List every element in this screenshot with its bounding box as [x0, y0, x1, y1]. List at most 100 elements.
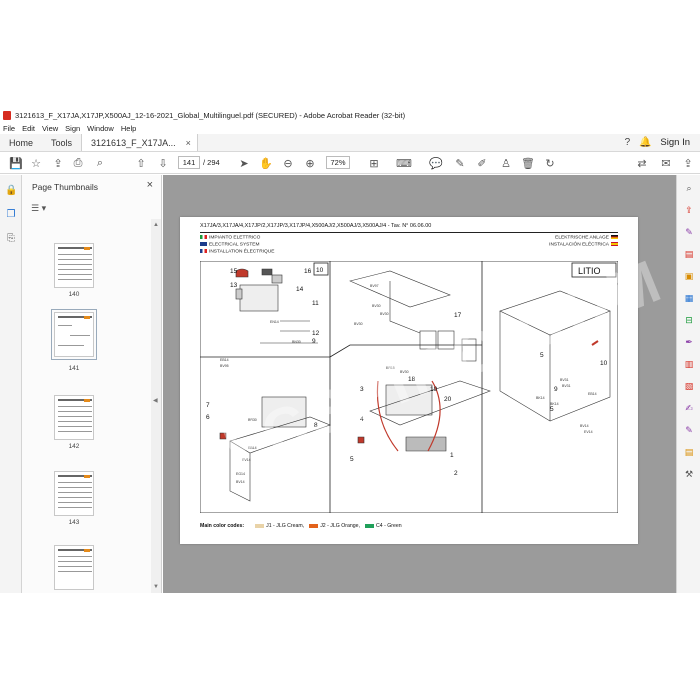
scroll-thumb-icon[interactable]: ◀ [153, 397, 158, 404]
thumbnail-page-140[interactable] [54, 243, 94, 288]
window-titlebar: 3121613_F_X17JA,X17JP,X500AJ_12-16-2021_… [0, 108, 700, 122]
rotate-icon[interactable]: ↻ [542, 155, 558, 171]
display-module [461, 338, 477, 362]
tab-home[interactable]: Home [0, 134, 42, 151]
print-icon[interactable]: ⎙ [70, 155, 86, 171]
legend-swatch-j2 [309, 524, 319, 528]
hand-tool-icon[interactable]: ✋ [258, 155, 274, 171]
tools-wrench-icon[interactable]: ⚒ [683, 469, 695, 481]
save-icon[interactable]: 💾 [8, 155, 24, 171]
menu-edit[interactable]: Edit [22, 124, 35, 133]
organize-pages-icon[interactable]: ⊟ [683, 315, 695, 327]
lock-icon[interactable]: 🔒 [5, 185, 17, 197]
upload-cloud-icon[interactable]: ⇪ [50, 155, 66, 171]
scroll-up-arrow-icon[interactable]: ▲ [153, 222, 159, 228]
wire-label: EG14 [236, 472, 245, 476]
page-thumbnails-icon[interactable]: ❐ [5, 209, 17, 221]
search-icon[interactable]: ⌕ [92, 155, 108, 171]
draw-icon[interactable]: ✐ [474, 155, 490, 171]
panel-close-icon[interactable]: × [147, 179, 153, 191]
combine-files-icon[interactable]: ▦ [683, 293, 695, 305]
wire-label: BK14 [550, 402, 559, 406]
tab-tools[interactable]: Tools [42, 134, 81, 151]
panel-scrollbar[interactable]: ▲ ◀ ▼ [151, 219, 161, 593]
notifications-bell-icon[interactable]: 🔔 [636, 134, 654, 151]
share-email-icon[interactable]: ✉ [658, 155, 674, 171]
electrical-diagram: 10 LITIO 15 16 13 14 11 12 9 7 6 8 3 1 5… [200, 261, 618, 513]
select-cursor-icon[interactable]: ➤ [236, 155, 252, 171]
tab-tools-label: Tools [51, 137, 73, 148]
menu-help[interactable]: Help [121, 124, 136, 133]
relay-block [437, 330, 455, 350]
menu-view[interactable]: View [42, 124, 58, 133]
fit-page-icon[interactable]: ⊞ [366, 155, 382, 171]
help-icon[interactable]: ? [618, 134, 636, 151]
more-tools-icon[interactable]: ✎ [683, 425, 695, 437]
fill-sign-icon[interactable]: ✒ [683, 337, 695, 349]
protect-icon[interactable]: ▧ [683, 381, 695, 393]
thumb-row [58, 269, 92, 270]
menu-file[interactable]: File [3, 124, 15, 133]
pdf-page: X17JA/3,X17JA/4,X17JP/2,X17JP/3,X17JP/4,… [180, 217, 638, 544]
scroll-down-arrow-icon[interactable]: ▼ [153, 584, 159, 590]
stamp-icon[interactable]: ♙ [498, 155, 514, 171]
zoom-level-select[interactable]: 72% [326, 156, 350, 169]
keyboard-icon[interactable]: ⌨ [396, 155, 412, 171]
header-rule [200, 232, 618, 233]
language-labels-left: IMPIANTO ELETTRICO ELECTRICAL SYSTEM INS… [200, 235, 274, 255]
battery-body [239, 284, 279, 312]
bookmark-star-icon[interactable]: ☆ [28, 155, 44, 171]
comment-icon[interactable]: 💬 [428, 155, 444, 171]
zoom-out-icon[interactable]: ⊖ [280, 155, 296, 171]
thumbnail-page-143[interactable] [54, 471, 94, 516]
highlight-pen-icon[interactable]: ✎ [452, 155, 468, 171]
delete-icon[interactable]: 🗑 [520, 155, 536, 171]
edit-pdf-icon[interactable]: ✎ [683, 227, 695, 239]
bracket-edge [389, 281, 421, 334]
callout-17: 17 [454, 312, 462, 319]
menu-window[interactable]: Window [87, 124, 114, 133]
page-number-input[interactable]: 141 [178, 156, 200, 169]
share-icon[interactable]: ⇪ [680, 155, 696, 171]
document-viewport[interactable]: X17JA/3,X17JA/4,X17JP/2,X17JP/3,X17JP/4,… [163, 175, 676, 593]
scan-ocr-icon[interactable]: ▤ [683, 447, 695, 459]
thumbnail-page-144[interactable] [54, 545, 94, 590]
previous-page-icon[interactable]: ⇧ [133, 155, 149, 171]
thumbnail-page-141[interactable] [51, 309, 97, 360]
search-icon[interactable]: ⌕ [683, 183, 695, 195]
send-for-signature-icon[interactable]: ✍ [683, 403, 695, 415]
export-pdf-icon[interactable]: ⇪ [683, 205, 695, 217]
attachments-paperclip-icon[interactable]: ⎘ [5, 233, 17, 245]
callout-9-litio: 9 [554, 386, 558, 393]
redact-icon[interactable]: ▥ [683, 359, 695, 371]
tab-document[interactable]: 3121613_F_X17JA... × [81, 134, 198, 151]
lang-de: ELEKTRISCHE ANLAGE [549, 235, 618, 242]
acrobat-app-icon [3, 110, 11, 120]
callout-3: 3 [360, 386, 364, 393]
thumb-row [58, 492, 92, 493]
callout-5-litio: 5 [540, 352, 544, 359]
export-pdf-icon[interactable]: ⇄ [634, 155, 650, 171]
page-total: / 294 [203, 158, 220, 167]
tab-close-icon[interactable]: × [186, 138, 191, 148]
red-flag-marker [357, 436, 365, 444]
menu-sign[interactable]: Sign [65, 124, 80, 133]
wire-label: BV30 [400, 370, 409, 374]
callout-10-litio: 10 [600, 360, 608, 367]
thumbnail-page-142[interactable] [54, 395, 94, 440]
sign-in-button[interactable]: Sign In [654, 134, 700, 151]
lang-it-label: IMPIANTO ELETTRICO [209, 235, 261, 241]
create-pdf-icon[interactable]: ▤ [683, 249, 695, 261]
callout-1: 1 [450, 452, 454, 459]
thumb-row [58, 426, 92, 427]
lang-it: IMPIANTO ELETTRICO [200, 235, 274, 242]
next-page-icon[interactable]: ⇩ [155, 155, 171, 171]
legend-name-j2: JLG Orange, [330, 523, 360, 529]
zoom-in-icon[interactable]: ⊕ [302, 155, 318, 171]
lang-en-label: ELECTRICAL SYSTEM [209, 242, 260, 248]
callout-9: 9 [312, 338, 316, 345]
wire-label: BN30 [292, 340, 301, 344]
comment-icon[interactable]: ▣ [683, 271, 695, 283]
lang-es: INSTALACIÓN ELÉCTRICA [549, 241, 618, 249]
panel-options-menu[interactable]: ☰ ▾ [31, 203, 46, 214]
